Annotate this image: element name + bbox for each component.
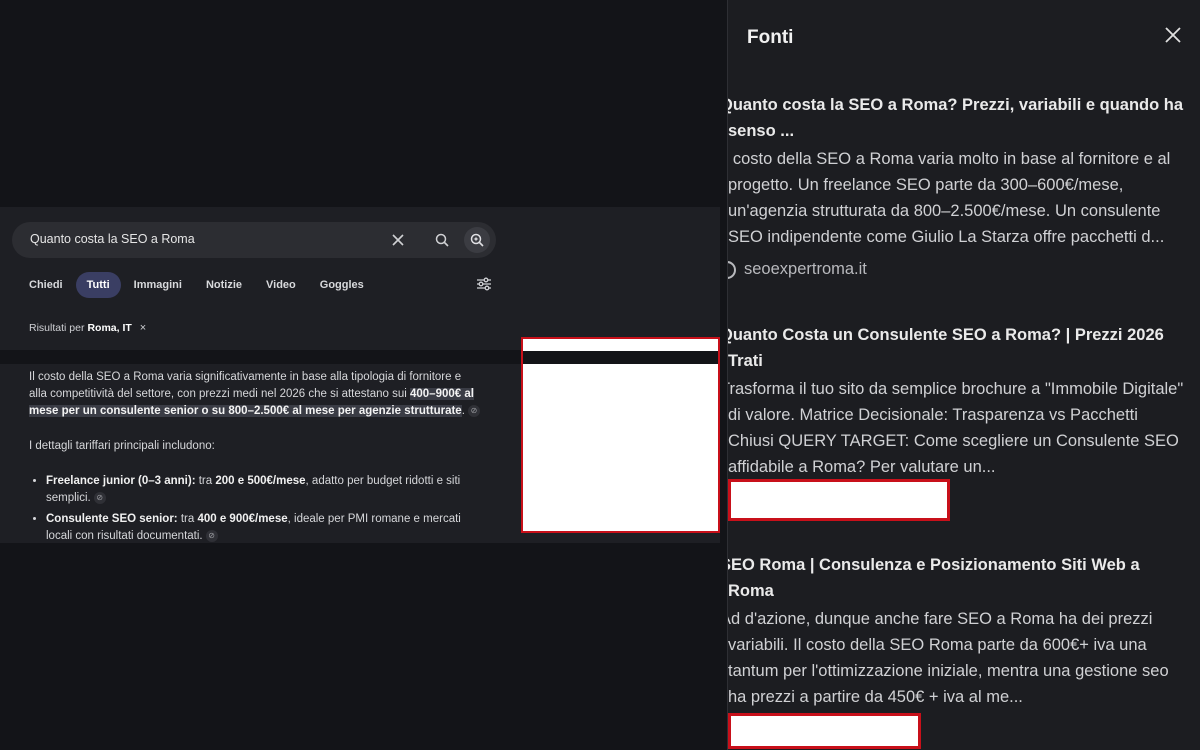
source-snippet: Trasforma il tuo sito da semplice brochu… (727, 380, 1184, 476)
search-bar[interactable]: Quanto costa la SEO a Roma (12, 222, 496, 258)
list-item: Consulente SEO senior: tra 400 e 900€/me… (46, 511, 481, 543)
filter-sliders-icon[interactable] (476, 277, 492, 296)
tab-tutti[interactable]: Tutti (75, 272, 121, 298)
link-icon[interactable]: ⊘ (205, 529, 218, 542)
source-snippet: Il costo della SEO a Roma varia molto in… (727, 150, 1171, 246)
screen: Quanto costa la SEO a Roma Chiedi Tutti … (0, 0, 1200, 750)
list-item: Freelance junior (0–3 anni): tra 200 e 5… (46, 473, 481, 507)
redacted-region (728, 479, 950, 521)
search-results-panel: Quanto costa la SEO a Roma Chiedi Tutti … (0, 207, 720, 543)
source-snippet: Ad d'azione, dunque anche fare SEO a Rom… (727, 610, 1169, 706)
link-icon[interactable]: ⊘ (93, 491, 106, 504)
source-title[interactable]: Quanto Costa un Consulente SEO a Roma? |… (728, 322, 1188, 374)
sources-drawer: ‹ Fonti Quanto costa la SEO a Roma? Prez… (727, 0, 1200, 750)
ai-answer: Il costo della SEO a Roma varia signific… (29, 369, 481, 543)
link-icon[interactable]: ⊘ (467, 404, 480, 417)
location-prefix: Risultati per (29, 322, 85, 334)
tab-goggles[interactable]: Goggles (309, 272, 375, 298)
answer-intro: Il costo della SEO a Roma varia signific… (29, 369, 481, 420)
source-title[interactable]: SEO Roma | Consulenza e Posizionamento S… (728, 552, 1188, 604)
search-icon[interactable] (430, 228, 454, 252)
source-title[interactable]: Quanto costa la SEO a Roma? Prezzi, vari… (728, 92, 1188, 144)
location-place: Roma, IT (87, 322, 132, 334)
close-icon[interactable] (386, 228, 410, 252)
location-filter: Risultati per Roma, IT × (29, 322, 146, 334)
close-icon[interactable] (1164, 26, 1182, 49)
tab-immagini[interactable]: Immagini (123, 272, 193, 298)
answer-bullets: Freelance junior (0–3 anni): tra 200 e 5… (29, 473, 481, 543)
tab-video[interactable]: Video (255, 272, 307, 298)
source-domain[interactable]: seoexpertroma.it (728, 260, 867, 279)
clear-location-button[interactable]: × (140, 322, 146, 334)
ai-search-icon[interactable] (464, 227, 490, 253)
redacted-region (728, 713, 921, 749)
search-input[interactable]: Quanto costa la SEO a Roma (30, 232, 195, 246)
drawer-title: Fonti (747, 27, 794, 48)
tab-notizie[interactable]: Notizie (195, 272, 253, 298)
favicon-icon (728, 260, 736, 279)
answer-details-heading: I dettagli tariffari principali includon… (29, 440, 215, 452)
tab-chiedi[interactable]: Chiedi (18, 272, 74, 298)
redacted-region (521, 337, 720, 533)
search-tabs: Chiedi Tutti Immagini Notizie Video Gogg… (18, 272, 377, 298)
